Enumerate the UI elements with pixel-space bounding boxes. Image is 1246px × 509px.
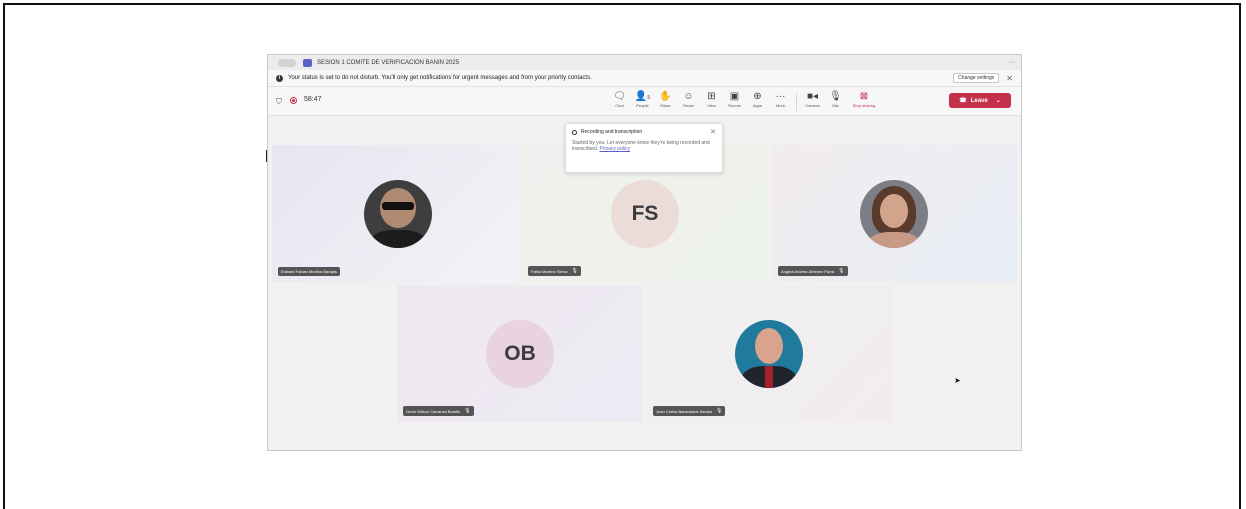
rooms-icon: ▣ (729, 91, 740, 102)
people-button[interactable]: 👤5 People (631, 90, 654, 111)
more-label: More (775, 103, 786, 108)
participant-initials-avatar: FS (611, 180, 679, 248)
dnd-banner: i Your status is set to do not disturb. … (268, 70, 1021, 87)
title-bar: SESION 1 COMITE DE VERIFICACION BANIN 20… (268, 55, 1021, 70)
react-button[interactable]: ☺ React (677, 90, 700, 111)
recording-popup: Recording and transcription ✕ Started by… (565, 123, 723, 173)
mic-off-icon: 🎙 (571, 268, 578, 274)
participant-name-tag: Angela Andrea Jimenez Parra 🎙 (778, 266, 848, 276)
toolbar-actions: 🗨 Chat 👤5 People ✋ Raise ☺ React ⊞ View … (608, 90, 881, 111)
shield-icon: ⛉ (276, 97, 282, 106)
people-count: 5 (647, 95, 651, 101)
view-icon: ⊞ (707, 91, 716, 102)
apps-button[interactable]: ⊕ Apps (746, 90, 769, 111)
close-icon[interactable]: ✕ (710, 128, 716, 136)
apps-icon: ⊕ (753, 91, 762, 102)
teams-meeting-window: SESION 1 COMITE DE VERIFICACION BANIN 20… (267, 54, 1022, 451)
stop-sharing-label: Stop sharing (852, 103, 876, 108)
more-icon: ··· (775, 91, 786, 102)
mic-off-icon: 🎙 (838, 268, 845, 274)
close-icon[interactable]: ✕ (1006, 74, 1013, 83)
chat-button[interactable]: 🗨 Chat (608, 90, 631, 111)
view-label: View (707, 103, 716, 108)
mic-off-icon: 🎙 (464, 408, 471, 414)
mouse-cursor-icon: ➤ (954, 376, 961, 385)
participant-tile[interactable]: Angela Andrea Jimenez Parra 🎙 (772, 145, 1018, 282)
participant-name: Juan Carlos Baracaldos Santos (656, 408, 713, 414)
banner-message: Your status is set to do not disturb. Yo… (288, 75, 592, 81)
window-more-icon[interactable]: ··· (1008, 59, 1015, 66)
window-title: SESION 1 COMITE DE VERIFICACION BANIN 20… (317, 59, 460, 66)
participant-name: Fabio Moreno Sierra (531, 268, 568, 274)
chat-label: Chat (615, 103, 624, 108)
phone-icon: ☎ (959, 98, 967, 104)
participant-avatar (860, 180, 928, 248)
more-button[interactable]: ··· More (769, 90, 792, 111)
participant-initials-avatar: OB (486, 320, 554, 388)
participant-name: Angela Andrea Jimenez Parra (781, 268, 835, 274)
meeting-timer: 58:47 (304, 96, 322, 103)
rooms-button[interactable]: ▣ Rooms (723, 90, 746, 111)
leave-label: Leave (970, 97, 988, 104)
stop-sharing-button[interactable]: ⊠ Stop sharing (847, 90, 881, 111)
camera-icon: ■◂ (806, 91, 819, 102)
view-button[interactable]: ⊞ View (700, 90, 723, 111)
apps-label: Apps (752, 103, 763, 108)
participant-name: Omar Wilson Carranza Bolaño (406, 408, 461, 414)
participant-name-tag: Omar Wilson Carranza Bolaño 🎙 (403, 406, 474, 416)
react-label: React (683, 103, 694, 108)
recording-icon (572, 129, 577, 135)
mic-icon: 🎙 (829, 91, 842, 102)
raise-hand-icon: ✋ (659, 91, 672, 102)
popup-header: Recording and transcription ✕ (572, 128, 716, 136)
camera-button[interactable]: ■◂ Camera (801, 90, 824, 111)
chat-icon: 🗨 (613, 91, 626, 102)
participant-tile[interactable]: OB Omar Wilson Carranza Bolaño 🎙 (397, 285, 643, 422)
camera-label: Camera (805, 103, 820, 108)
chevron-down-icon[interactable]: ⌄ (996, 97, 1001, 104)
popup-body-text: Started by you. Let everyone know they'r… (572, 140, 710, 152)
popup-body: Started by you. Let everyone know they'r… (572, 140, 716, 152)
teams-logo-icon (303, 58, 312, 67)
participant-tile[interactable]: Juan Carlos Baracaldos Santos 🎙 (647, 285, 893, 422)
toolbar-divider (796, 93, 797, 111)
react-icon: ☺ (683, 91, 694, 102)
participant-name: Edward Fabian Medina Barajas (281, 269, 337, 274)
mic-label: Mic (832, 103, 839, 108)
mic-button[interactable]: 🎙 Mic (824, 90, 847, 111)
popup-title: Recording and transcription (581, 129, 643, 135)
leave-button[interactable]: ☎ Leave ⌄ (949, 93, 1011, 108)
participant-name-tag: Fabio Moreno Sierra 🎙 (528, 266, 581, 276)
change-settings-button[interactable]: Change settings (953, 73, 1000, 83)
stop-sharing-icon: ⊠ (859, 91, 869, 102)
participant-avatar (735, 320, 803, 388)
privacy-policy-link[interactable]: Privacy policy (600, 146, 631, 152)
mic-off-icon: 🎙 (716, 408, 723, 414)
participant-avatar (364, 180, 432, 248)
raise-hand-button[interactable]: ✋ Raise (654, 90, 677, 111)
recording-icon (290, 97, 297, 104)
raise-label: Raise (660, 103, 671, 108)
participant-tile[interactable]: Edward Fabian Medina Barajas (272, 145, 518, 282)
people-label: People (636, 103, 649, 108)
participant-name-tag: Juan Carlos Baracaldos Santos 🎙 (653, 406, 726, 416)
sidebar-toggle-button[interactable] (278, 58, 296, 67)
people-icon: 👤5 (634, 91, 651, 102)
rooms-label: Rooms (728, 103, 741, 108)
meeting-toolbar: ⛉ 58:47 🗨 Chat 👤5 People ✋ Raise ☺ React… (268, 87, 1021, 116)
info-icon: i (276, 74, 283, 82)
participant-name-tag: Edward Fabian Medina Barajas (278, 267, 340, 276)
